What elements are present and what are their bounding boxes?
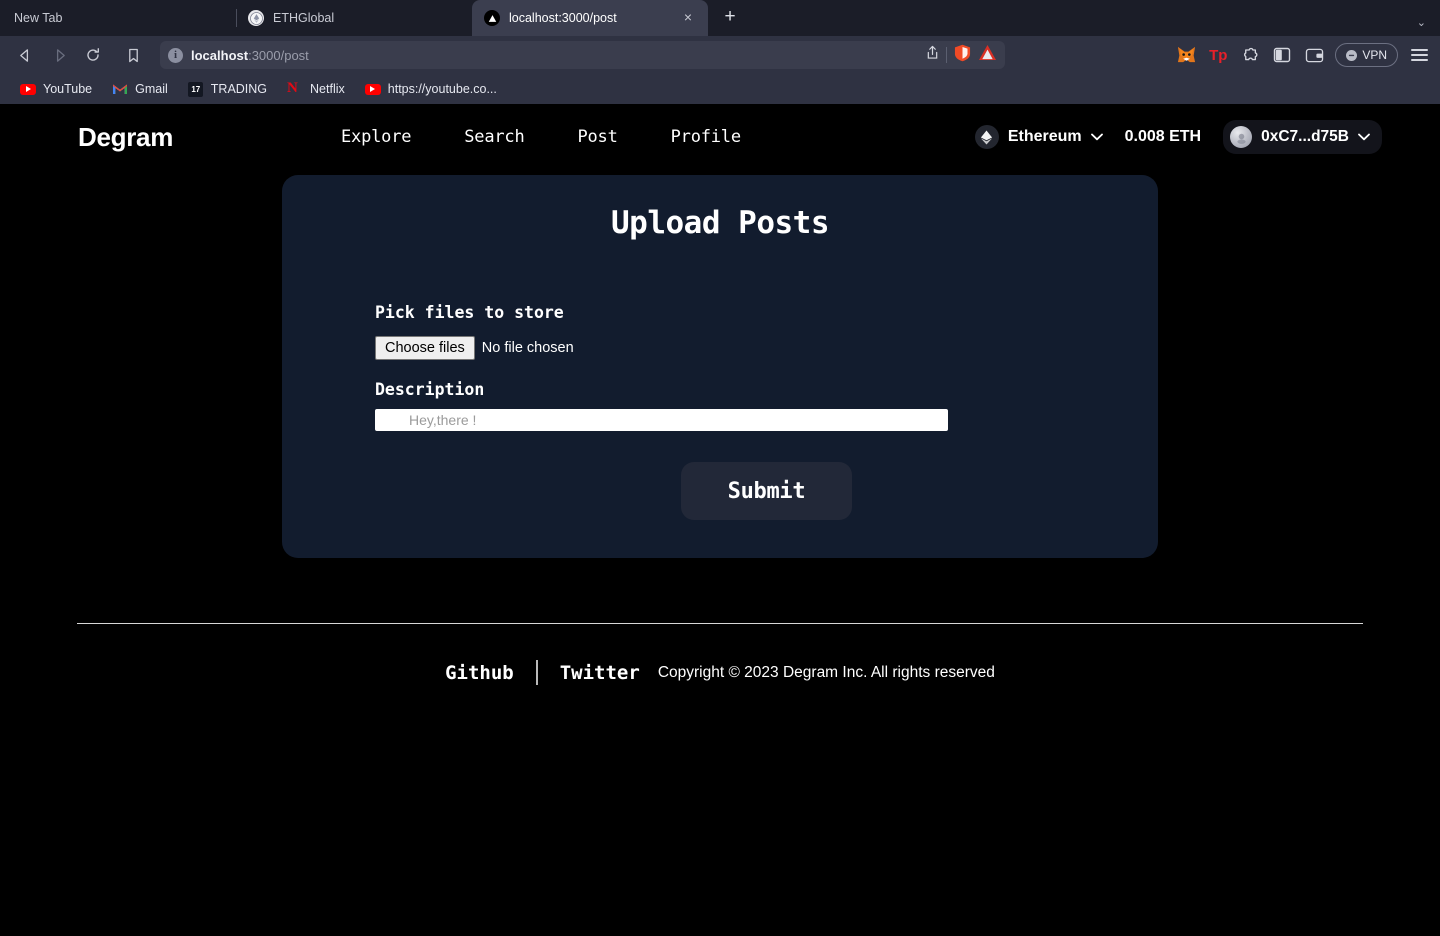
main-nav: Explore Search Post Profile xyxy=(341,127,741,147)
file-status-text: No file chosen xyxy=(481,340,574,356)
extension-tray: Tp VPN xyxy=(1161,43,1430,67)
address-bar[interactable]: i localhost:3000/post xyxy=(160,41,1005,69)
gmail-icon xyxy=(112,81,128,97)
tradingview-glyph: 17 xyxy=(188,81,204,97)
forward-icon[interactable] xyxy=(44,41,74,69)
tradingview-icon: 17 xyxy=(188,81,204,97)
page-title: Upload Posts xyxy=(611,205,829,241)
tab-new-tab[interactable]: New Tab xyxy=(0,0,236,36)
bookmark-youtube-link[interactable]: https://youtube.co... xyxy=(357,78,505,100)
share-icon[interactable] xyxy=(926,45,939,65)
bookmark-gmail[interactable]: Gmail xyxy=(104,78,176,100)
tp-wallet-label: Tp xyxy=(1209,46,1228,64)
youtube-icon xyxy=(20,81,36,97)
tab-title: New Tab xyxy=(14,11,63,25)
vpn-button[interactable]: VPN xyxy=(1335,43,1398,67)
bookmark-youtube[interactable]: YouTube xyxy=(12,78,100,100)
bookmark-icon[interactable] xyxy=(118,41,148,69)
bookmark-label: https://youtube.co... xyxy=(387,82,497,96)
submit-row: Submit xyxy=(375,462,1158,520)
reload-icon[interactable] xyxy=(78,41,108,69)
upload-card-wrapper: Upload Posts Pick files to store Choose … xyxy=(0,170,1440,558)
wallet-zone: Ethereum 0.008 ETH 0xC7...d75B xyxy=(974,120,1382,154)
youtube-icon xyxy=(364,81,381,97)
bookmarks-bar: YouTube Gmail 17 TRADING N Netflix https… xyxy=(0,74,1440,104)
avatar xyxy=(1230,126,1253,148)
warning-triangle-icon[interactable] xyxy=(978,44,997,66)
copyright-text: Copyright © 2023 Degram Inc. All rights … xyxy=(657,663,995,681)
tab-strip: New Tab ETHGlobal localhost:3000/post × … xyxy=(0,0,1440,36)
chevron-down-icon xyxy=(1090,132,1103,144)
browser-menu-icon[interactable] xyxy=(1408,44,1430,66)
netflix-icon: N xyxy=(287,80,298,96)
network-name: Ethereum xyxy=(1007,128,1082,145)
account-address: 0xC7...d75B xyxy=(1261,128,1349,145)
tab-localhost-post[interactable]: localhost:3000/post × xyxy=(472,0,708,36)
file-input-row[interactable]: Choose files No file chosen xyxy=(375,336,1158,360)
bookmark-trading[interactable]: 17 TRADING xyxy=(180,78,275,100)
vpn-status-dot xyxy=(1346,49,1358,61)
wallet-icon[interactable] xyxy=(1303,44,1325,66)
ethglobal-icon xyxy=(248,10,264,26)
nav-item-explore[interactable]: Explore xyxy=(341,127,411,147)
divider xyxy=(946,47,947,63)
ethereum-icon xyxy=(974,125,999,149)
wallet-balance: 0.008 ETH xyxy=(1124,128,1202,145)
submit-button[interactable]: Submit xyxy=(681,462,852,520)
extensions-puzzle-icon[interactable] xyxy=(1239,44,1261,66)
bookmark-label: YouTube xyxy=(43,82,93,96)
tab-title: ETHGlobal xyxy=(273,11,335,25)
metamask-icon[interactable] xyxy=(1175,44,1197,66)
nextjs-icon xyxy=(484,10,500,26)
brand-logo[interactable]: Degram xyxy=(78,122,173,153)
tab-ethglobal[interactable]: ETHGlobal xyxy=(236,0,472,36)
bookmark-label: Netflix xyxy=(310,82,345,96)
network-selector-button[interactable]: Ethereum xyxy=(974,125,1103,149)
nav-item-profile[interactable]: Profile xyxy=(671,127,741,147)
omnibox-actions xyxy=(926,44,997,67)
url-path: :3000/post xyxy=(248,47,309,63)
browser-chrome: New Tab ETHGlobal localhost:3000/post × … xyxy=(0,0,1440,104)
site-header: Degram Explore Search Post Profile Ether… xyxy=(0,104,1440,170)
address-bar-url: localhost:3000/post xyxy=(191,48,918,63)
browser-toolbar: i localhost:3000/post Tp VPN xyxy=(0,36,1440,74)
file-input-label: Pick files to store xyxy=(375,303,564,322)
description-label: Description xyxy=(375,380,485,399)
tab-title: localhost:3000/post xyxy=(509,11,617,25)
footer-link-github[interactable]: Github xyxy=(445,662,514,684)
sidebar-panel-icon[interactable] xyxy=(1271,44,1293,66)
bookmark-label: TRADING xyxy=(210,82,268,96)
tp-wallet-icon[interactable]: Tp xyxy=(1207,44,1229,66)
chevron-down-icon xyxy=(1358,132,1370,144)
vpn-label: VPN xyxy=(1362,48,1387,62)
bookmark-label: Gmail xyxy=(135,82,168,96)
description-input[interactable] xyxy=(375,409,948,431)
back-icon[interactable] xyxy=(10,41,40,69)
choose-files-button[interactable]: Choose files xyxy=(375,336,475,360)
upload-card: Upload Posts Pick files to store Choose … xyxy=(282,175,1158,558)
upload-form: Pick files to store Choose files No file… xyxy=(282,241,1158,520)
site-footer: Github Twitter Copyright © 2023 Degram I… xyxy=(0,660,1440,685)
new-tab-button[interactable]: + xyxy=(716,4,744,32)
url-host: localhost xyxy=(191,47,249,63)
page-content: Degram Explore Search Post Profile Ether… xyxy=(0,104,1440,904)
footer-separator xyxy=(535,660,538,685)
account-button[interactable]: 0xC7...d75B xyxy=(1223,120,1382,154)
omnibox-container: i localhost:3000/post xyxy=(112,41,1157,69)
footer-link-twitter[interactable]: Twitter xyxy=(560,662,640,684)
footer-divider xyxy=(77,623,1363,624)
hamburger-glyph xyxy=(1410,49,1428,61)
bookmark-netflix[interactable]: N Netflix xyxy=(279,78,353,100)
nav-item-search[interactable]: Search xyxy=(464,127,524,147)
close-icon[interactable]: × xyxy=(680,10,696,26)
nav-item-post[interactable]: Post xyxy=(577,127,617,147)
site-info-icon[interactable]: i xyxy=(168,47,183,63)
chevron-down-icon[interactable]: ⌄ xyxy=(1417,16,1426,29)
brave-shields-icon[interactable] xyxy=(954,44,971,67)
